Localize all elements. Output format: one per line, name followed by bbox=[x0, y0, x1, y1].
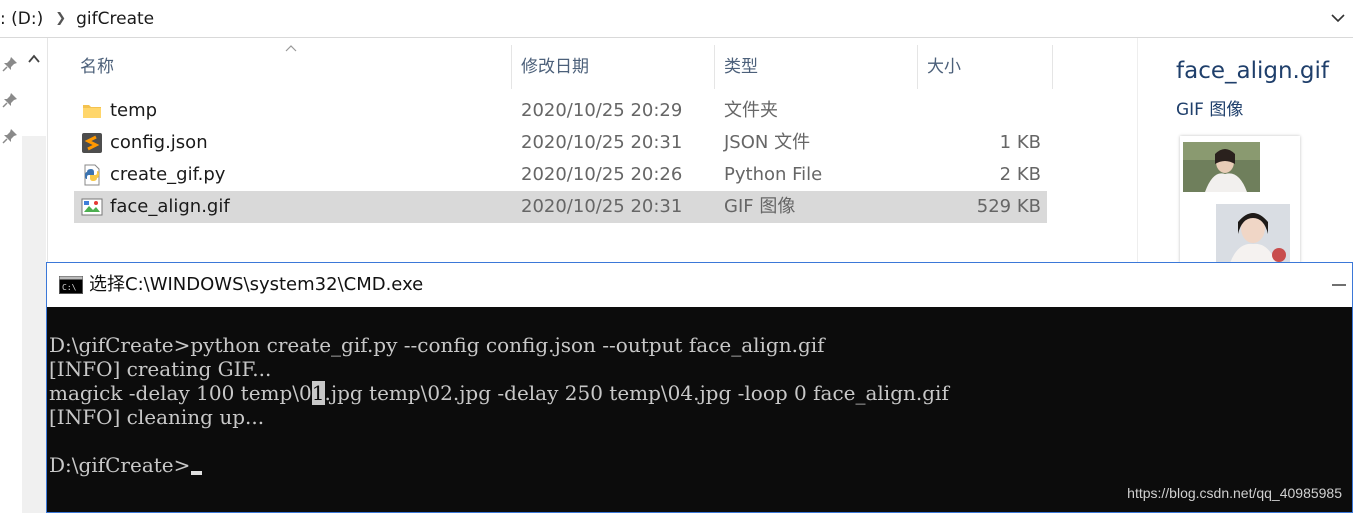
json-file-icon bbox=[82, 133, 102, 153]
column-header-type[interactable]: 类型 bbox=[724, 45, 758, 89]
column-header: 名称 修改日期 类型 大小 bbox=[74, 45, 1054, 89]
preview-file-type: GIF 图像 bbox=[1176, 100, 1244, 120]
cmd-icon: C:\ bbox=[59, 276, 83, 294]
address-bar[interactable]: : (D:) ❯ gifCreate bbox=[0, 0, 1353, 38]
column-divider[interactable] bbox=[1052, 45, 1053, 89]
column-divider[interactable] bbox=[714, 45, 715, 89]
cmd-window-title: 选择C:\WINDOWS\system32\CMD.exe bbox=[89, 274, 424, 295]
console-line: magick -delay 100 temp\01.jpg temp\02.jp… bbox=[49, 381, 949, 405]
file-size: 1 KB bbox=[999, 132, 1041, 153]
file-type: GIF 图像 bbox=[724, 196, 796, 217]
column-header-size[interactable]: 大小 bbox=[927, 45, 961, 89]
text-cursor bbox=[191, 471, 203, 475]
pin-icon[interactable] bbox=[2, 128, 18, 144]
console-prompt: D:\gifCreate> bbox=[49, 453, 191, 477]
watermark-text: https://blog.csdn.net/qq_40985985 bbox=[1127, 485, 1342, 501]
column-divider[interactable] bbox=[511, 45, 512, 89]
minimize-icon[interactable] bbox=[1330, 277, 1348, 293]
file-list: temp 2020/10/25 20:29 文件夹 config.json 20… bbox=[74, 95, 1047, 223]
file-size: 529 KB bbox=[976, 196, 1041, 217]
file-name: create_gif.py bbox=[110, 164, 226, 185]
console-line: [INFO] creating GIF... bbox=[49, 357, 272, 381]
thumbnail-photo bbox=[1216, 204, 1290, 263]
svg-text:C:\: C:\ bbox=[62, 283, 77, 292]
console-prompt-line: D:\gifCreate> bbox=[49, 453, 203, 477]
console-line: D:\gifCreate>python create_gif.py --conf… bbox=[49, 333, 825, 357]
file-date: 2020/10/25 20:26 bbox=[521, 164, 683, 185]
file-size: 2 KB bbox=[999, 164, 1041, 185]
thumbnail-photo bbox=[1183, 142, 1260, 192]
nav-pane-scrollbar[interactable] bbox=[22, 136, 46, 513]
pin-icon[interactable] bbox=[2, 56, 18, 72]
column-header-name[interactable]: 名称 bbox=[80, 45, 114, 89]
pin-icon[interactable] bbox=[2, 92, 18, 108]
details-preview-pane: face_align.gif GIF 图像 bbox=[1137, 38, 1353, 263]
breadcrumb-separator-icon[interactable]: ❯ bbox=[55, 11, 66, 26]
file-date: 2020/10/25 20:29 bbox=[521, 100, 683, 121]
file-row-create-gif-py[interactable]: create_gif.py 2020/10/25 20:26 Python Fi… bbox=[74, 159, 1047, 191]
breadcrumb-folder[interactable]: gifCreate bbox=[76, 9, 154, 29]
console-text: .jpg temp\02.jpg -delay 250 temp\04.jpg … bbox=[324, 381, 949, 405]
scroll-up-arrow-icon[interactable] bbox=[25, 50, 43, 68]
file-row-temp[interactable]: temp 2020/10/25 20:29 文件夹 bbox=[74, 95, 1047, 127]
preview-thumbnail bbox=[1180, 136, 1300, 263]
file-name: temp bbox=[110, 100, 158, 121]
file-type: JSON 文件 bbox=[724, 132, 811, 153]
file-date: 2020/10/25 20:31 bbox=[521, 132, 683, 153]
file-name: config.json bbox=[110, 132, 208, 153]
address-history-chevron-icon[interactable] bbox=[1329, 9, 1347, 27]
console-line: [INFO] cleaning up... bbox=[49, 405, 265, 429]
cmd-title-bar[interactable]: C:\ 选择C:\WINDOWS\system32\CMD.exe bbox=[47, 263, 1352, 307]
file-row-config-json[interactable]: config.json 2020/10/25 20:31 JSON 文件 1 K… bbox=[74, 127, 1047, 159]
folder-icon bbox=[83, 105, 101, 118]
console-output[interactable]: D:\gifCreate>python create_gif.py --conf… bbox=[48, 307, 1352, 512]
column-divider[interactable] bbox=[917, 45, 918, 89]
console-selection-highlight: 1 bbox=[311, 381, 325, 405]
column-header-date[interactable]: 修改日期 bbox=[521, 45, 589, 89]
file-type: 文件夹 bbox=[724, 100, 778, 121]
file-date: 2020/10/25 20:31 bbox=[521, 196, 683, 217]
preview-file-name: face_align.gif bbox=[1176, 58, 1329, 84]
file-row-face-align-gif[interactable]: face_align.gif 2020/10/25 20:31 GIF 图像 5… bbox=[74, 191, 1047, 223]
image-file-icon bbox=[81, 198, 103, 216]
file-name: face_align.gif bbox=[110, 196, 230, 217]
navigation-pane bbox=[0, 38, 22, 513]
console-text: magick -delay 100 temp\0 bbox=[49, 381, 312, 405]
breadcrumb-drive[interactable]: : (D:) bbox=[0, 9, 43, 29]
python-file-icon bbox=[84, 164, 100, 186]
cmd-window: C:\ 选择C:\WINDOWS\system32\CMD.exe D:\gif… bbox=[46, 262, 1353, 513]
file-type: Python File bbox=[724, 164, 823, 185]
